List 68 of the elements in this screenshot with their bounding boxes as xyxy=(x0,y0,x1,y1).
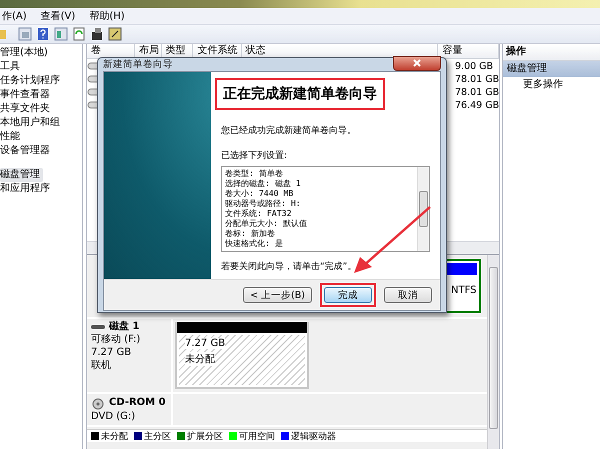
close-button[interactable] xyxy=(393,56,441,70)
finish-button[interactable]: 完成 xyxy=(324,287,372,303)
disc-icon xyxy=(91,396,105,410)
disk-info: 联机 xyxy=(91,360,112,372)
vertical-scrollbar[interactable] xyxy=(487,255,499,449)
cancel-button[interactable]: 取消 xyxy=(384,287,432,303)
settings-label: 已选择下列设置: xyxy=(221,150,288,162)
action-item[interactable]: 更多操作 xyxy=(503,77,600,93)
back-button[interactable]: < 上一步(B) xyxy=(243,287,312,303)
setting-line: 卷标: 新加卷 xyxy=(225,228,276,238)
tree-item[interactable]: 本地用户和组 xyxy=(0,116,63,130)
actions-header: 操作 xyxy=(503,44,600,61)
disk-label[interactable]: 磁盘 1 可移动 (F:) 7.27 GB 联机 xyxy=(87,319,173,392)
tree-item[interactable]: 任务计划程序 xyxy=(0,74,63,88)
setting-line: 驱动器号或路径: H: xyxy=(225,198,302,208)
wizard-icon[interactable] xyxy=(108,27,122,41)
setting-line: 快速格式化: 是 xyxy=(225,238,284,248)
wizard-heading: 正在完成新建简单卷向导 xyxy=(223,86,377,102)
refresh-icon[interactable] xyxy=(72,27,86,41)
partition-block[interactable]: 7.27 GB 未分配 xyxy=(175,322,309,389)
tree-item[interactable]: 设备管理器 xyxy=(0,144,53,158)
closing-text: 若要关闭此向导，请单击“完成”。 xyxy=(221,260,358,273)
vertical-scrollbar[interactable] xyxy=(417,167,429,251)
disk-name: 磁盘 1 xyxy=(109,321,140,333)
disk-name: CD-ROM 0 xyxy=(109,397,166,409)
tree-item[interactable]: 事件查看器 xyxy=(0,88,53,102)
lock-icon[interactable] xyxy=(90,27,104,41)
tree-item[interactable]: 共享文件夹 xyxy=(0,102,53,116)
dialog-title: 新建简单卷向导 xyxy=(103,58,173,71)
close-icon xyxy=(413,59,421,67)
setting-line: 卷大小: 7440 MB xyxy=(225,188,294,198)
partition-status: 未分配 xyxy=(185,352,215,366)
settings-list[interactable]: 卷类型: 简单卷 选择的磁盘: 磁盘 1 卷大小: 7440 MB 驱动器号或路径: H: 文件系统: FAT32 分配单元大小: 默认值 卷标: 新加卷 快速格式化: 是 xyxy=(221,166,430,252)
legend-label: 逻辑驱动器 xyxy=(291,430,336,442)
tree-item[interactable]: 和应用程序 xyxy=(0,182,53,196)
action-item[interactable]: 磁盘管理 xyxy=(503,61,600,77)
disk-info: 7.27 GB xyxy=(91,347,132,359)
disk-label[interactable]: CD-ROM 0 DVD (G:) xyxy=(87,394,173,425)
disk-info: 可移动 (F:) xyxy=(91,334,142,346)
setting-line: 选择的磁盘: 磁盘 1 xyxy=(225,178,302,188)
partition-size: 7.27 GB xyxy=(185,338,226,349)
panel-icon[interactable] xyxy=(54,27,68,41)
table-cell: 78.01 GB xyxy=(455,86,499,98)
drive-icon xyxy=(91,323,105,331)
tree-item[interactable]: 磁盘管理 xyxy=(0,168,43,182)
filesystem-label: NTFS xyxy=(451,285,478,296)
scrollbar-thumb[interactable] xyxy=(419,191,428,227)
menu-item[interactable]: 帮助(H) xyxy=(87,9,127,23)
help-icon[interactable] xyxy=(36,27,50,41)
setting-line: 卷类型: 简单卷 xyxy=(225,168,284,178)
tree-item[interactable]: 工具 xyxy=(0,60,23,74)
tree-item[interactable]: 管理(本地) xyxy=(0,46,51,60)
legend-label: 可用空间 xyxy=(239,430,275,442)
menu-item[interactable]: 查看(V) xyxy=(38,9,78,23)
disk-info: DVD (G:) xyxy=(91,411,136,423)
legend-label: 主分区 xyxy=(144,430,171,442)
intro-text: 您已经成功完成新建简单卷向导。 xyxy=(221,124,357,137)
table-cell-text: 9.00 GB xyxy=(455,60,494,72)
tree-item[interactable]: 性能 xyxy=(0,130,23,144)
table-cell: 78.01 GB xyxy=(455,74,499,84)
setting-line: 分配单元大小: 默认值 xyxy=(225,218,308,228)
table-cell: 76.49 GB xyxy=(455,100,499,110)
menu-item[interactable]: 作(A) xyxy=(0,9,29,23)
legend-label: 未分配 xyxy=(101,430,128,442)
setting-line: 文件系统: FAT32 xyxy=(225,208,293,218)
panel-icon[interactable] xyxy=(18,27,32,41)
legend-label: 扩展分区 xyxy=(187,430,223,442)
scrollbar-thumb[interactable] xyxy=(489,267,498,429)
